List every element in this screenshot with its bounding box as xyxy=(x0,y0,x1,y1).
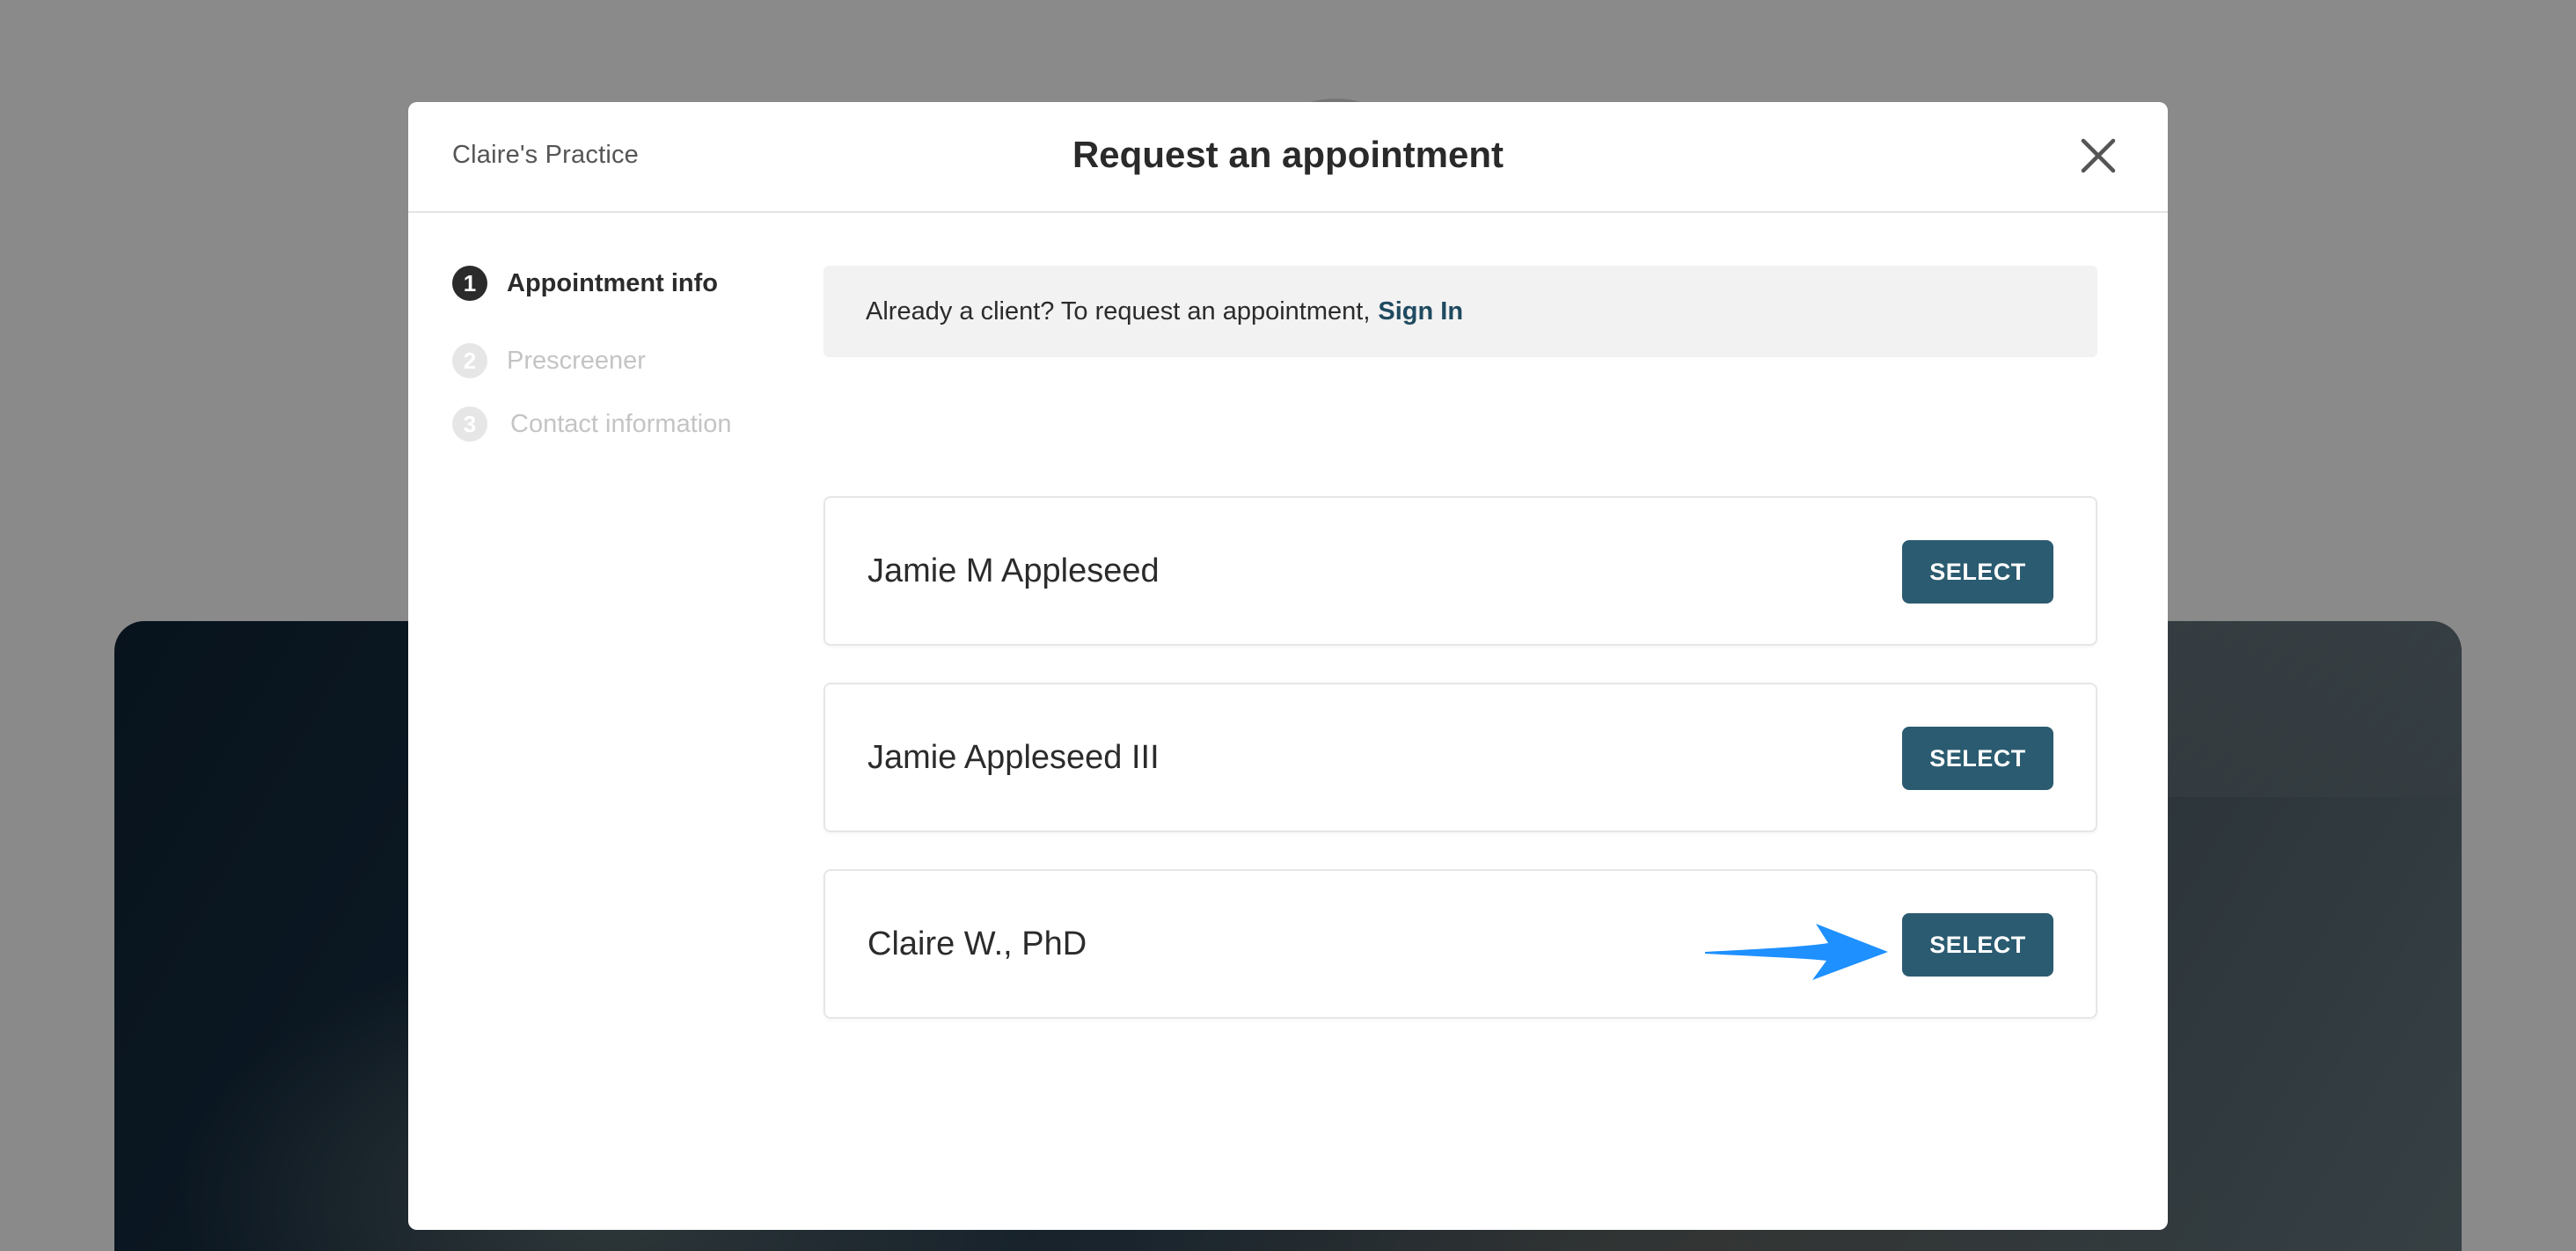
provider-name: Jamie Appleseed III xyxy=(867,739,1160,776)
close-button[interactable] xyxy=(2073,130,2124,181)
provider-name: Claire W., PhD xyxy=(867,925,1087,962)
step-label: Appointment info xyxy=(507,268,719,297)
step-number: 1 xyxy=(452,266,487,301)
step-number: 3 xyxy=(452,406,487,442)
select-button[interactable]: SELECT xyxy=(1902,727,2053,790)
provider-name: Jamie M Appleseed xyxy=(867,552,1160,589)
close-icon xyxy=(2081,138,2116,173)
modal-title: Request an appointment xyxy=(1072,134,1504,175)
notice-text: Already a client? To request an appointm… xyxy=(866,296,1371,326)
provider-selection: Already a client? To request an appointm… xyxy=(823,266,2097,1019)
provider-card: Jamie Appleseed III SELECT xyxy=(823,683,2097,832)
pointer-arrow-icon xyxy=(1705,924,1888,980)
request-appointment-modal: Claire's Practice Request an appointment… xyxy=(408,102,2168,1230)
step-number: 2 xyxy=(452,343,487,378)
step-label: Contact information xyxy=(510,409,732,438)
step-contact-information: 3 Contact information xyxy=(452,406,731,442)
modal-header: Claire's Practice Request an appointment xyxy=(408,102,2168,213)
step-appointment-info: 1 Appointment info xyxy=(452,266,718,301)
select-button[interactable]: SELECT xyxy=(1902,540,2053,604)
select-button[interactable]: SELECT xyxy=(1902,913,2053,977)
step-prescreener: 2 Prescreener xyxy=(452,343,646,378)
provider-card: Jamie M Appleseed SELECT xyxy=(823,496,2097,646)
existing-client-notice: Already a client? To request an appointm… xyxy=(823,266,2097,357)
provider-card: Claire W., PhD SELECT xyxy=(823,869,2097,1019)
sign-in-link[interactable]: Sign In xyxy=(1378,297,1463,326)
step-label: Prescreener xyxy=(507,346,646,375)
